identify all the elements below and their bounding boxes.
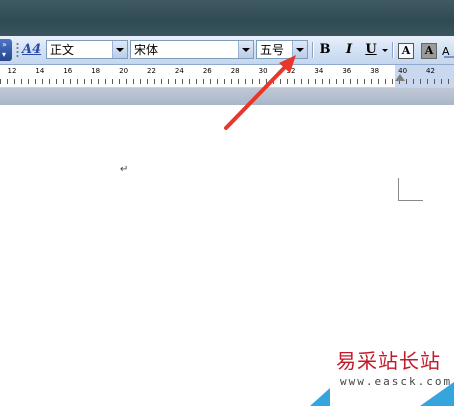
decorative-triangle	[420, 382, 454, 406]
ruler-number: 38	[370, 67, 380, 75]
formatting-toolbar: » ▾ A4 正文 宋体 五号 B I U A A A	[0, 36, 454, 65]
ruler-number: 16	[63, 67, 73, 75]
italic-button[interactable]: I	[339, 41, 359, 59]
watermark-title: 易采站长站	[336, 349, 441, 373]
character-border-button[interactable]: A	[398, 43, 414, 59]
underline-button[interactable]: U	[361, 41, 381, 59]
style-combobox[interactable]: 正文	[46, 40, 128, 59]
character-scaling-icon[interactable]: A	[442, 43, 454, 58]
ruler-number: 24	[174, 67, 184, 75]
ruler-ticks	[0, 79, 454, 84]
font-size-combobox[interactable]: 五号	[256, 40, 308, 59]
ruler-number: 42	[426, 67, 435, 75]
ruler-number: 20	[119, 67, 129, 75]
ruler-number: 14	[35, 67, 45, 75]
font-size-value: 五号	[260, 43, 285, 57]
ruler-number: 34	[314, 67, 324, 75]
right-indent-marker[interactable]	[395, 74, 405, 81]
svg-text:A: A	[442, 45, 450, 58]
style-dropdown-button[interactable]	[112, 41, 127, 58]
decorative-triangle	[310, 388, 330, 406]
style-value: 正文	[50, 43, 75, 57]
ruler-number: 32	[286, 67, 296, 75]
margin-corner-mark	[398, 178, 423, 201]
bold-button[interactable]: B	[315, 41, 335, 59]
ruler-gray-band	[0, 88, 454, 105]
toolbar-grip-handle[interactable]	[16, 42, 19, 58]
ruler-number-row: 12 14 16 18 20 22 24 26 28 30 32 34 36 38 40 42	[0, 66, 454, 78]
ruler-number: 36	[342, 67, 352, 75]
toolbar-separator	[392, 42, 393, 58]
ruler-number: 18	[91, 67, 101, 75]
underline-dropdown-arrow[interactable]	[382, 49, 388, 52]
font-value: 宋体	[134, 43, 159, 57]
styles-and-formatting-icon[interactable]: A4	[22, 41, 44, 59]
font-combobox[interactable]: 宋体	[130, 40, 254, 59]
toolbar-separator	[312, 42, 313, 58]
ruler-number: 12	[7, 67, 17, 75]
toolbar-overflow-button[interactable]: » ▾	[0, 39, 12, 61]
ruler-number: 22	[147, 67, 156, 75]
ruler-number: 26	[202, 67, 212, 75]
ruler-number: 28	[230, 67, 240, 75]
ruler-number: 30	[258, 67, 268, 75]
character-shading-button[interactable]: A	[421, 43, 437, 59]
chevron-down-icon: ▾	[2, 50, 7, 59]
paragraph-mark: ↵	[120, 164, 129, 175]
font-dropdown-button[interactable]	[238, 41, 253, 58]
window-top-strip	[0, 0, 454, 36]
chevron-right-icon: »	[2, 40, 7, 49]
font-size-dropdown-button[interactable]	[292, 41, 307, 58]
